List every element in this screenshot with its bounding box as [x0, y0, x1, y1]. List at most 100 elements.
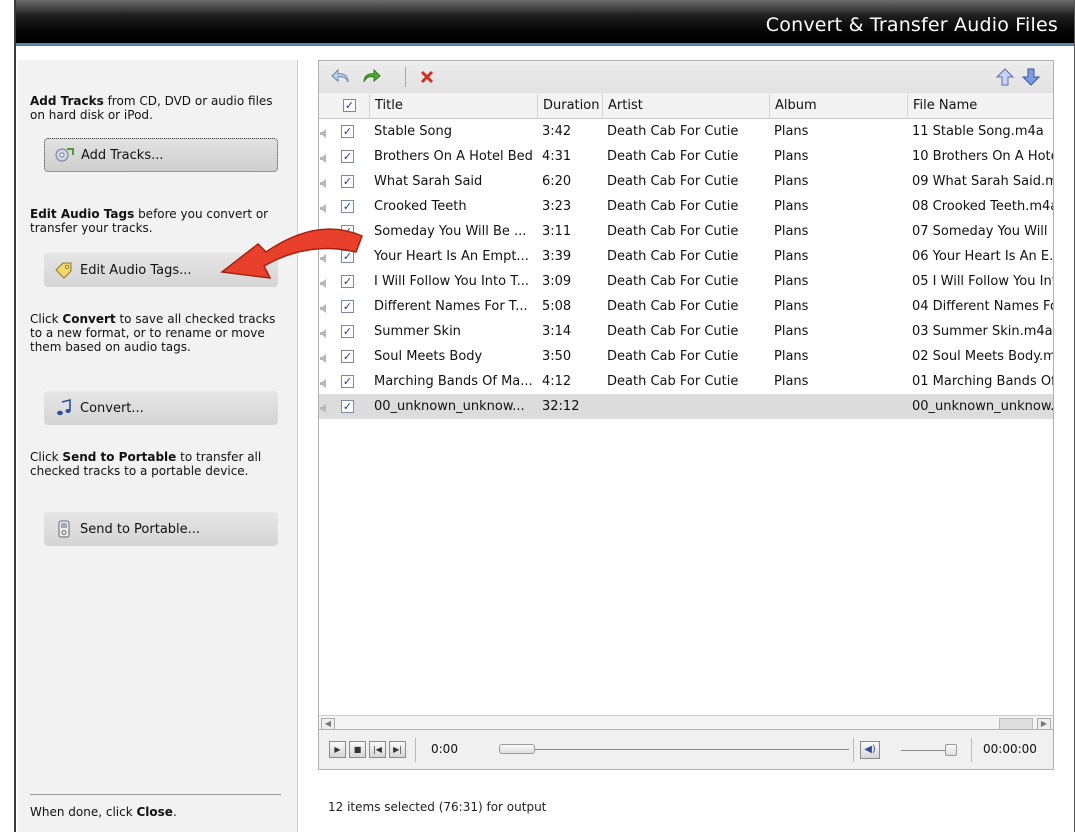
table-row[interactable]: ✓ Brothers On A Hotel Bed 4:31 Death Cab Fo… — [319, 144, 1053, 169]
window-title: Convert & Transfer Audio Files — [765, 14, 1058, 36]
scroll-left-icon[interactable]: ◀ — [321, 718, 335, 729]
track-album — [774, 394, 904, 419]
volume-slider[interactable] — [945, 744, 957, 756]
track-checkbox[interactable]: ✓ — [341, 350, 354, 363]
column-header-album[interactable]: Album — [769, 93, 907, 119]
speaker-icon[interactable] — [319, 327, 327, 338]
track-artist: Death Cab For Cutie — [607, 149, 739, 164]
speaker-icon[interactable] — [319, 152, 327, 163]
position-time: 0:00 — [431, 742, 458, 756]
table-row[interactable]: ✓ Stable Song 3:42 Death Cab For Cutie Plans… — [319, 119, 1053, 144]
table-row[interactable]: ✓ Your Heart Is An Empt... 3:39 Death Cab F… — [319, 244, 1053, 269]
convert-help: Click Convert to save all checked tracks… — [30, 312, 280, 354]
redo-icon[interactable] — [359, 65, 383, 89]
track-checkbox[interactable]: ✓ — [341, 150, 354, 163]
speaker-icon[interactable] — [319, 352, 327, 363]
undo-icon[interactable] — [329, 65, 353, 89]
player-separator — [415, 738, 416, 762]
track-checkbox[interactable]: ✓ — [341, 250, 354, 263]
table-row[interactable]: ✓ Marching Bands Of Ma... 4:12 Death Cab Fo… — [319, 369, 1053, 394]
scroll-right-icon[interactable]: ▶ — [1037, 718, 1051, 729]
table-row[interactable]: ✓ Someday You Will Be ... 3:11 Death Cab Fo… — [319, 219, 1053, 244]
speaker-icon[interactable] — [319, 227, 327, 238]
track-checkbox[interactable]: ✓ — [341, 275, 354, 288]
footer-pre: When done, click — [30, 805, 137, 819]
horizontal-scrollbar[interactable]: ◀ ▶ — [319, 715, 1053, 729]
track-filename: 11 Stable Song.m4a — [912, 124, 1044, 139]
track-checkbox[interactable]: ✓ — [341, 400, 354, 413]
track-artist: Death Cab For Cutie — [607, 174, 739, 189]
edit-tags-heading: Edit Audio Tags — [30, 207, 135, 221]
track-album: Plans — [774, 324, 809, 339]
add-tracks-label: Add Tracks... — [81, 147, 164, 163]
speaker-icon[interactable] — [319, 252, 327, 263]
list-toolbar — [319, 61, 1053, 93]
seek-slider[interactable] — [499, 744, 535, 754]
track-title: Stable Song — [374, 124, 453, 139]
track-title: Summer Skin — [374, 324, 461, 339]
table-row[interactable]: ✓ What Sarah Said 6:20 Death Cab For Cutie P… — [319, 169, 1053, 194]
table-row[interactable]: ✓ 00_unknown_unknow... 32:12 00_unknown_unk… — [319, 394, 1053, 419]
track-filename: 00_unknown_unknow... — [912, 399, 1054, 414]
track-duration: 6:20 — [542, 174, 572, 189]
next-track-icon[interactable]: ▶| — [389, 741, 406, 758]
edit-tags-help: Edit Audio Tags before you convert or tr… — [30, 207, 280, 235]
speaker-icon[interactable] — [319, 302, 327, 313]
previous-track-icon[interactable]: |◀ — [369, 741, 386, 758]
table-row[interactable]: ✓ Summer Skin 3:14 Death Cab For Cutie Plans… — [319, 319, 1053, 344]
volume-track[interactable] — [901, 750, 951, 751]
speaker-icon[interactable] — [319, 127, 327, 138]
screenshot-frame: Convert & Transfer Audio Files Add Track… — [0, 0, 1075, 832]
speaker-icon[interactable] — [319, 177, 327, 188]
send-to-portable-button[interactable]: Send to Portable... — [44, 512, 278, 546]
scroll-thumb[interactable] — [999, 718, 1033, 729]
track-filename: 03 Summer Skin.m4a — [912, 324, 1053, 339]
portable-help: Click Send to Portable to transfer all c… — [30, 450, 280, 478]
table-row[interactable]: ✓ I Will Follow You Into T... 3:09 Death Ca… — [319, 269, 1053, 294]
play-icon[interactable]: ▶ — [329, 741, 346, 758]
column-header-title[interactable]: Title — [369, 93, 537, 119]
track-filename: 05 I Will Follow You Int — [912, 274, 1054, 289]
track-title: Brothers On A Hotel Bed — [374, 149, 533, 164]
move-up-icon[interactable] — [993, 65, 1017, 89]
speaker-icon[interactable] — [319, 277, 327, 288]
elapsed-time: 00:00:00 — [983, 742, 1037, 756]
column-header-filename[interactable]: File Name — [907, 93, 1053, 119]
track-checkbox[interactable]: ✓ — [341, 200, 354, 213]
track-list: ✓ Title Duration Artist Album File Name … — [318, 60, 1054, 730]
track-checkbox[interactable]: ✓ — [341, 375, 354, 388]
column-header: ✓ Title Duration Artist Album File Name — [319, 93, 1053, 119]
track-checkbox[interactable]: ✓ — [341, 325, 354, 338]
track-checkbox[interactable]: ✓ — [341, 125, 354, 138]
track-artist: Death Cab For Cutie — [607, 224, 739, 239]
track-duration: 3:42 — [542, 124, 572, 139]
header-checkbox-col[interactable]: ✓ — [337, 93, 369, 119]
speaker-icon[interactable] — [319, 402, 327, 413]
table-row[interactable]: ✓ Different Names For T... 5:08 Death Cab F… — [319, 294, 1053, 319]
volume-icon[interactable]: ◀) — [860, 741, 880, 759]
track-checkbox[interactable]: ✓ — [341, 175, 354, 188]
column-header-artist[interactable]: Artist — [602, 93, 769, 119]
move-down-icon[interactable] — [1019, 65, 1043, 89]
table-row[interactable]: ✓ Crooked Teeth 3:23 Death Cab For Cutie Pla… — [319, 194, 1053, 219]
add-tracks-button[interactable]: Add Tracks... — [44, 138, 278, 172]
select-all-checkbox[interactable]: ✓ — [343, 99, 356, 112]
track-checkbox[interactable]: ✓ — [341, 300, 354, 313]
stop-icon[interactable]: ■ — [349, 741, 366, 758]
track-filename: 07 Someday You Will ... — [912, 224, 1054, 239]
edit-audio-tags-button[interactable]: Edit Audio Tags... — [44, 253, 278, 287]
delete-icon[interactable] — [415, 65, 439, 89]
speaker-icon[interactable] — [319, 377, 327, 388]
table-row[interactable]: ✓ Soul Meets Body 3:50 Death Cab For Cutie P… — [319, 344, 1053, 369]
track-checkbox[interactable]: ✓ — [341, 225, 354, 238]
seek-track[interactable] — [499, 749, 849, 750]
speaker-icon[interactable] — [319, 202, 327, 213]
column-header-duration[interactable]: Duration — [537, 93, 602, 119]
track-filename: 10 Brothers On A Hotel — [912, 149, 1054, 164]
convert-button[interactable]: Convert... — [44, 391, 278, 425]
convert-label: Convert... — [80, 400, 144, 416]
track-artist: Death Cab For Cutie — [607, 199, 739, 214]
title-gloss — [16, 0, 1074, 14]
preview-player: ▶ ■ |◀ ▶| 0:00 ◀) 00:00:00 — [318, 730, 1054, 770]
footer-close-word: Close — [136, 805, 173, 819]
